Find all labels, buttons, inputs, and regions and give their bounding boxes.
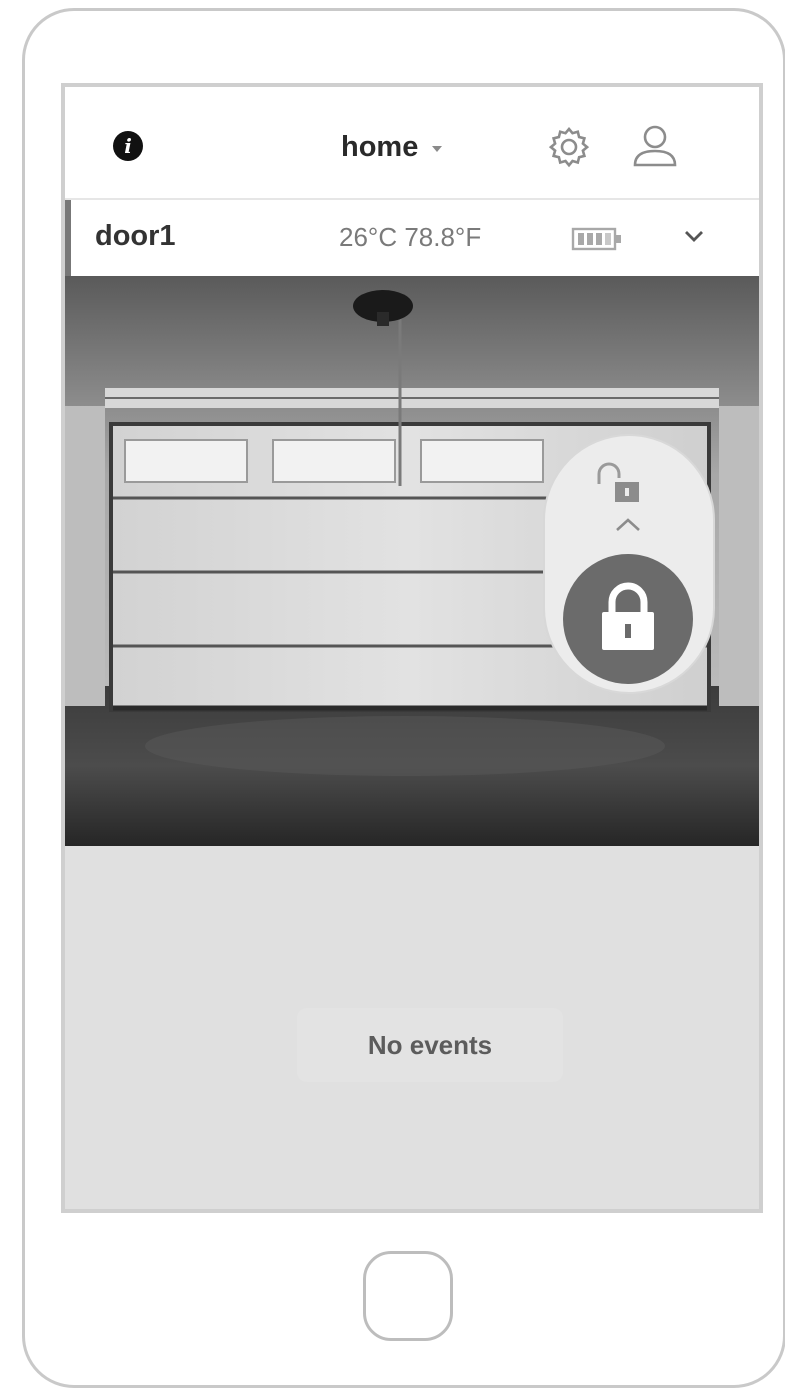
temperature-reading: 26°C 78.8°F [339,222,482,252]
home-button[interactable] [363,1251,453,1341]
chevron-down-icon[interactable] [683,228,705,249]
lock-button[interactable] [563,554,693,684]
unlock-icon[interactable] [591,462,647,515]
no-events-message: No events [297,1008,563,1082]
gear-icon[interactable] [547,125,591,174]
chevron-up-icon [613,516,643,539]
user-icon[interactable] [631,123,679,174]
app-screen: i home door1 26°C 78.8°F No events [61,83,763,1213]
top-bar: i home [65,87,759,200]
device-row[interactable]: door1 26°C 78.8°F [65,200,759,276]
location-label: home [341,130,419,163]
lock-control-panel [545,436,713,692]
battery-icon [571,226,623,257]
lock-icon [602,582,654,650]
events-area: No events [65,846,759,1209]
caret-down-icon [432,146,443,152]
camera-view [65,276,759,846]
location-selector[interactable]: home [341,127,443,167]
phone-frame: i home door1 26°C 78.8°F No events [22,8,785,1388]
device-name: door1 [95,220,176,252]
info-icon[interactable]: i [113,131,143,161]
